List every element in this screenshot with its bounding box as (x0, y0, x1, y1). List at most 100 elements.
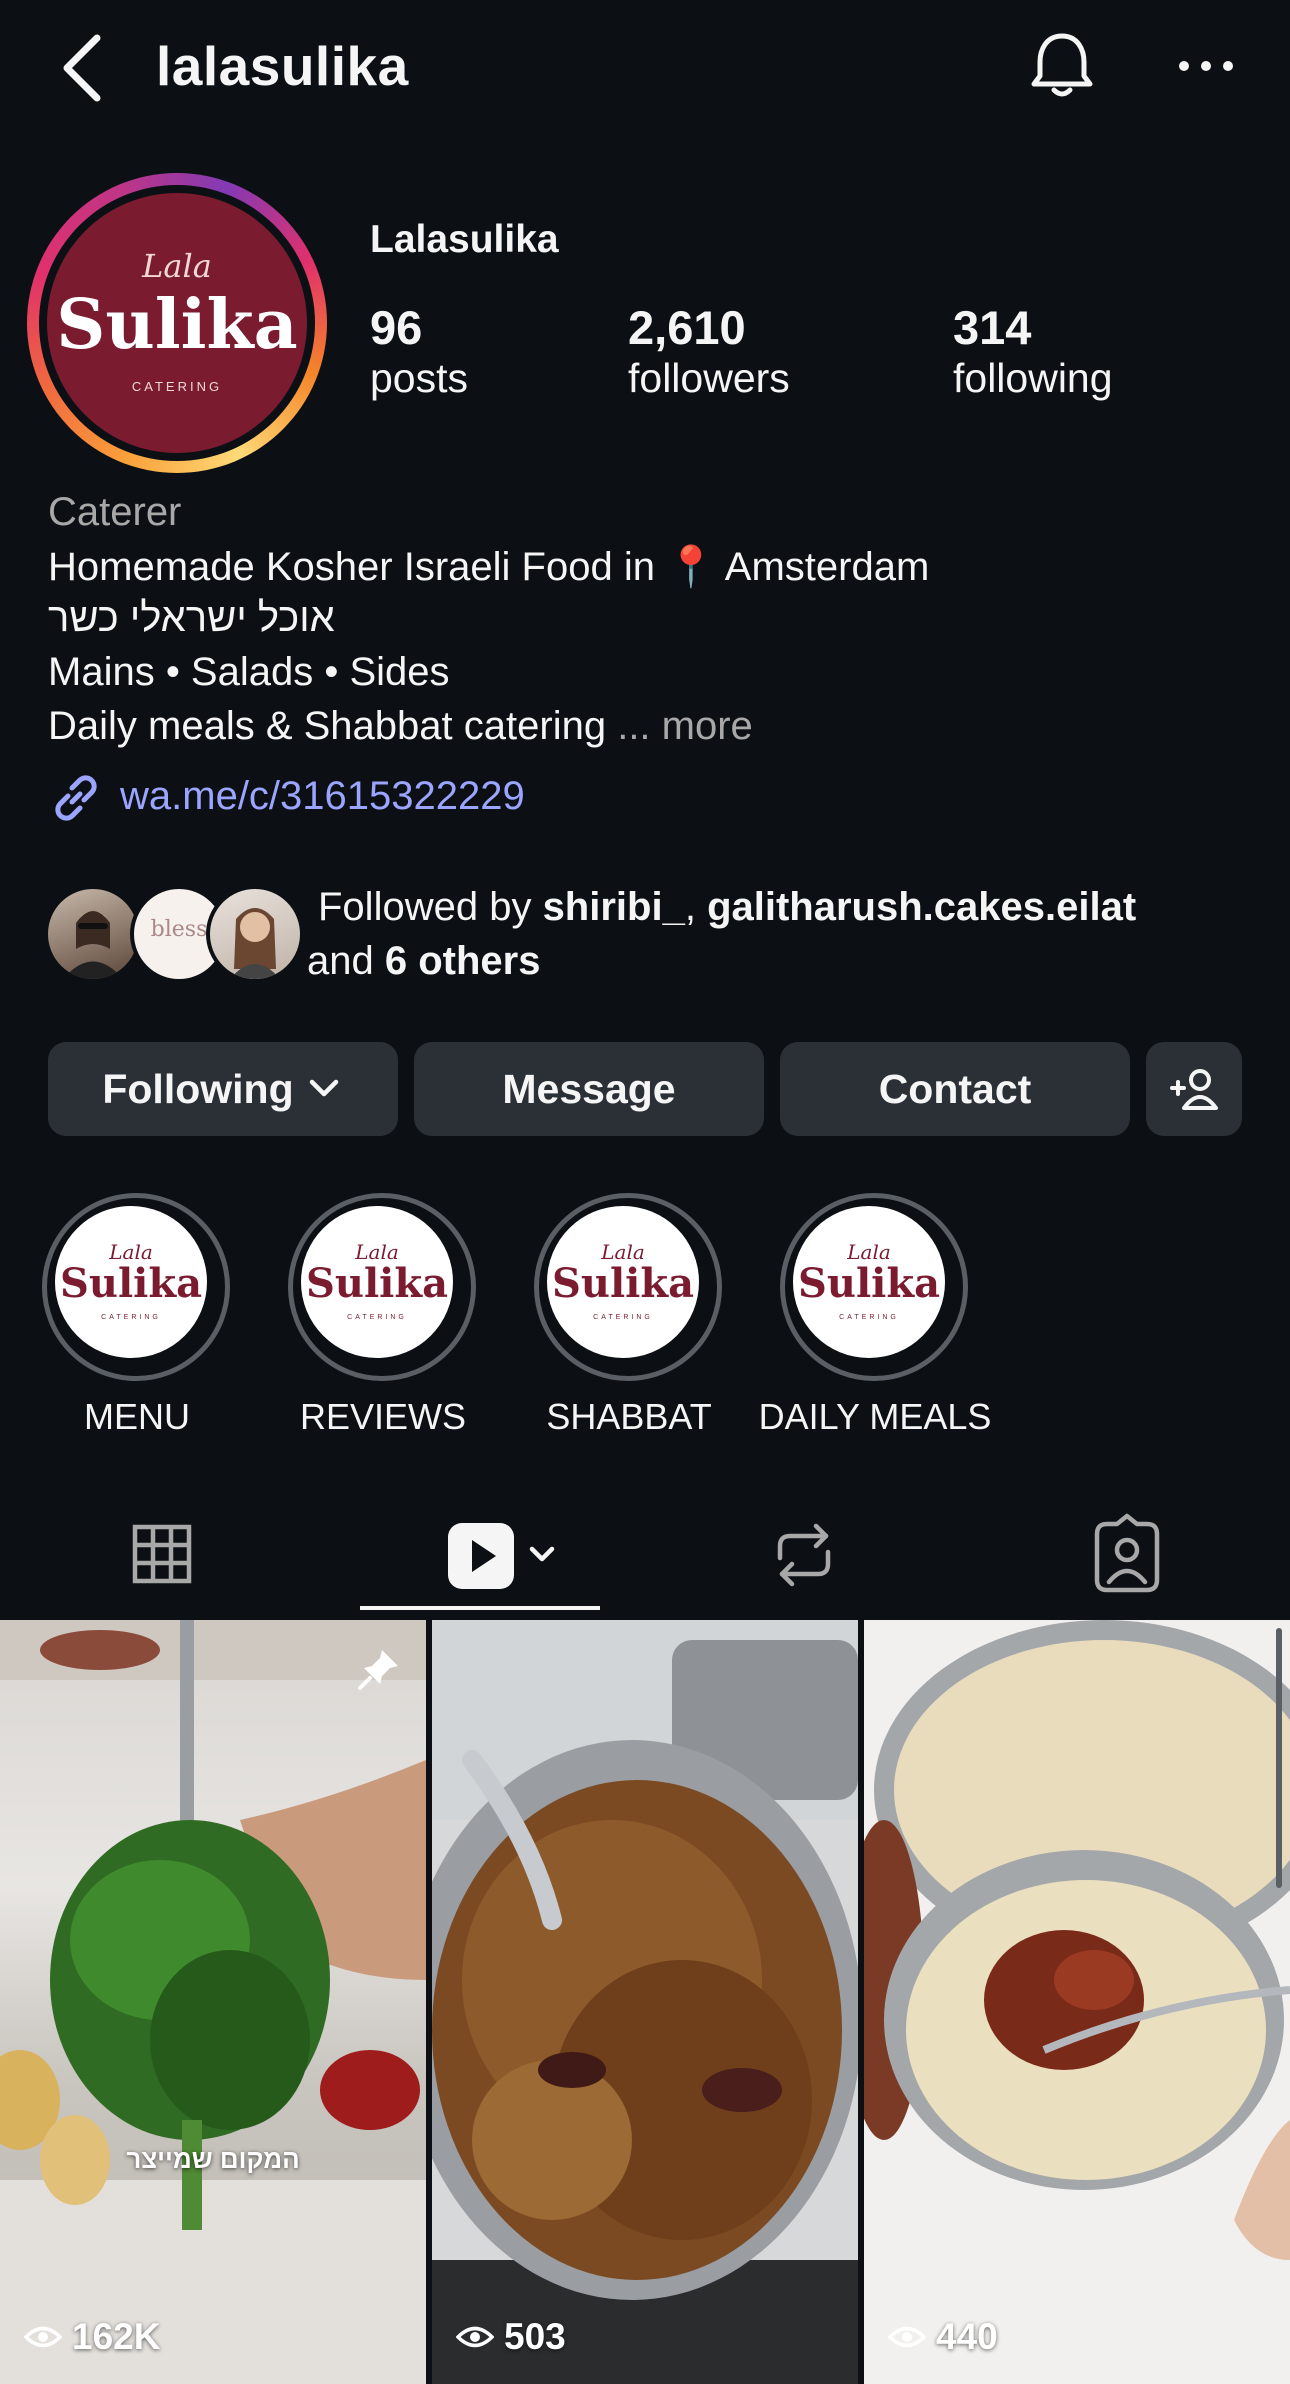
follower-avatar[interactable] (44, 885, 142, 983)
contact-label: Contact (878, 1065, 1032, 1112)
stat-label: following (953, 355, 1113, 401)
website-link[interactable]: wa.me/c/31615322229 (120, 774, 525, 819)
tab-reposts[interactable] (754, 1510, 854, 1600)
highlight-ring: Lala Sulika CATERING (780, 1193, 968, 1381)
reel-overlay-text: המקום שמייצר (126, 2144, 300, 2174)
bell-icon (1031, 33, 1093, 97)
following-label: Following (102, 1065, 294, 1112)
display-name: Lalasulika (370, 218, 559, 261)
eye-icon (456, 2326, 494, 2348)
pin-icon (358, 1650, 398, 1690)
stat-value: 2,610 (628, 301, 746, 354)
view-count: 440 (888, 2316, 998, 2358)
stat-value: 96 (370, 301, 423, 354)
avatar-logo-tiny: CATERING (131, 379, 223, 394)
stat-label: posts (370, 355, 468, 401)
message-label: Message (502, 1065, 676, 1112)
follower-avatar[interactable] (206, 885, 304, 983)
tagged-icon (1094, 1513, 1160, 1593)
stat-label: followers (628, 355, 790, 401)
stat-followers[interactable]: 2,610 followers (628, 300, 790, 402)
highlight-ring: Lala Sulika CATERING (534, 1193, 722, 1381)
scrollbar[interactable] (1276, 1628, 1282, 1888)
highlight-cover: Lala Sulika CATERING (55, 1206, 207, 1358)
bio-line: Homemade Kosher Israeli Food in 📍 Amster… (48, 543, 929, 590)
view-count: 162K (24, 2316, 160, 2358)
pin-icon: 📍 (666, 545, 716, 589)
avatar[interactable]: Lala Sulika CATERING (47, 193, 307, 453)
link-icon (48, 770, 104, 830)
avatar-logo-big: Sulika (56, 285, 298, 365)
grid-icon (132, 1524, 192, 1584)
tab-grid[interactable] (112, 1510, 212, 1600)
more-horizontal-icon (1179, 61, 1233, 71)
highlight-reviews[interactable]: Lala Sulika CATERING (288, 1193, 476, 1381)
separator: , (684, 885, 708, 929)
highlight-label: SHABBAT (546, 1396, 712, 1437)
notifications-button[interactable] (1022, 26, 1102, 106)
eye-icon (888, 2326, 926, 2348)
highlight-label: DAILY MEALS (758, 1396, 992, 1437)
view-count: 503 (456, 2316, 566, 2358)
reel-thumbnail[interactable]: 440 (864, 1620, 1290, 2384)
highlight-ring: Lala Sulika CATERING (42, 1193, 230, 1381)
view-count-value: 503 (504, 2316, 566, 2357)
highlight-logo-tiny: CATERING (347, 1314, 407, 1321)
reel-thumbnail[interactable]: 503 (432, 1620, 858, 2384)
reels-icon (448, 1523, 555, 1589)
view-count-value: 440 (936, 2316, 998, 2357)
highlight-menu[interactable]: Lala Sulika CATERING (42, 1193, 230, 1381)
highlight-label: REVIEWS (299, 1396, 467, 1437)
tab-reels[interactable] (440, 1510, 580, 1600)
follower-username[interactable]: galitharush.cakes.eilat (707, 885, 1136, 929)
follower-username[interactable]: shiribi_ (543, 885, 685, 929)
add-person-icon (1170, 1069, 1218, 1110)
chevron-left-icon (63, 34, 101, 102)
repost-icon (777, 1523, 831, 1587)
highlight-ring: Lala Sulika CATERING (288, 1193, 476, 1381)
highlight-shabbat[interactable]: Lala Sulika CATERING (534, 1193, 722, 1381)
highlight-logo-tiny: CATERING (593, 1314, 653, 1321)
bio-text: Homemade Kosher Israeli Food in (48, 545, 667, 589)
highlight-label: MENU (84, 1396, 190, 1437)
highlight-logo-tiny: CATERING (101, 1314, 161, 1321)
avatar-logo-small: Lala (142, 247, 212, 285)
bio-line: Mains • Salads • Sides (48, 650, 450, 694)
highlight-cover: Lala Sulika CATERING (547, 1206, 699, 1358)
bio-line-hebrew: אוכל ישראלי כשר (48, 596, 335, 640)
followed-by-and: and (307, 939, 385, 983)
bio-text: Amsterdam (715, 545, 930, 589)
highlight-logo-big: Sulika (798, 1260, 940, 1307)
following-button[interactable]: Following (48, 1042, 398, 1136)
followed-by-prefix: Followed by (318, 885, 543, 929)
active-tab-indicator (360, 1606, 600, 1610)
reel-thumbnail[interactable]: המקום שמייצר 162K (0, 1620, 426, 2384)
highlight-logo-tiny: CATERING (839, 1314, 899, 1321)
message-button[interactable]: Message (414, 1042, 764, 1136)
eye-icon (24, 2326, 62, 2348)
bio-line: Daily meals & Shabbat catering ... more (48, 704, 753, 749)
reel-image (0, 1620, 426, 2384)
tab-tagged[interactable] (1077, 1510, 1177, 1600)
chevron-down-icon (309, 1079, 338, 1097)
others-count[interactable]: 6 others (385, 939, 541, 983)
followed-by-text[interactable]: Followed by shiribi_, galitharush.cakes.… (307, 880, 1258, 988)
bio-text: Daily meals & Shabbat catering (48, 704, 607, 748)
highlight-logo-big: Sulika (60, 1260, 202, 1307)
highlight-logo-big: Sulika (306, 1260, 448, 1307)
back-button[interactable] (55, 30, 115, 106)
top-bar: lalasulika (0, 0, 1290, 140)
category-label: Caterer (48, 490, 182, 534)
stat-following[interactable]: 314 following (953, 300, 1113, 402)
more-options-button[interactable] (1172, 26, 1242, 106)
highlight-cover: Lala Sulika CATERING (793, 1206, 945, 1358)
contact-button[interactable]: Contact (780, 1042, 1130, 1136)
view-count-value: 162K (72, 2316, 161, 2357)
highlight-cover: Lala Sulika CATERING (301, 1206, 453, 1358)
reel-image (864, 1620, 1290, 2384)
stat-posts[interactable]: 96 posts (370, 300, 468, 402)
highlight-daily-meals[interactable]: Lala Sulika CATERING (780, 1193, 968, 1381)
more-link[interactable]: ... more (617, 704, 753, 748)
stat-value: 314 (953, 301, 1032, 354)
suggested-users-button[interactable] (1146, 1042, 1242, 1136)
